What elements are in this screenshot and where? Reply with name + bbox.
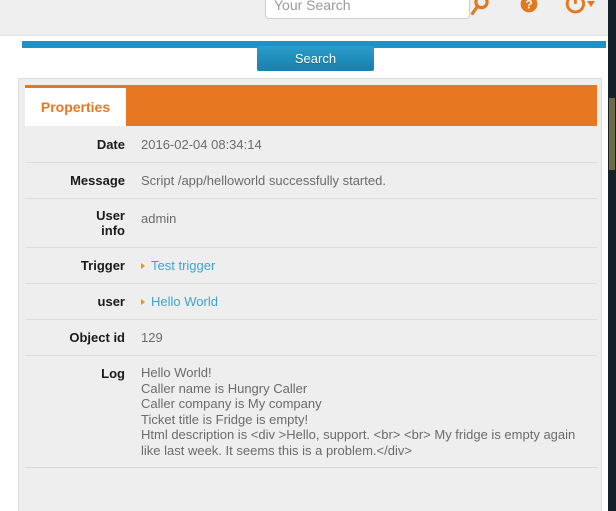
table-row: Date 2016-02-04 08:34:14 [25, 127, 597, 163]
user-link[interactable]: Hello World [151, 294, 218, 309]
search-input[interactable] [265, 0, 470, 19]
table-row: User info admin [25, 198, 597, 248]
row-label: Message [25, 162, 125, 199]
properties-table: Date 2016-02-04 08:34:14 Message Script … [25, 127, 597, 468]
row-label: Trigger [25, 247, 125, 284]
table-row: user Hello World [25, 283, 597, 320]
tab-properties[interactable]: Properties [25, 88, 126, 126]
app-screen: ? Search Properties Date 201 [0, 0, 616, 511]
row-label: User info [25, 198, 125, 248]
window-scrollbar[interactable] [608, 0, 616, 511]
trigger-link[interactable]: Test trigger [151, 258, 215, 273]
panel-tabbar: Properties [25, 85, 597, 126]
search-button[interactable]: Search [257, 46, 374, 71]
top-header-bar: ? [0, 0, 608, 36]
row-value: admin [125, 198, 597, 248]
row-value: 2016-02-04 08:34:14 [125, 127, 597, 163]
content-band: Search Properties Date 2016-02-04 08:34:… [0, 36, 608, 511]
search-icon[interactable] [470, 0, 496, 18]
row-label: user [25, 283, 125, 320]
row-value: Script /app/helloworld successfully star… [125, 162, 597, 199]
scrollbar-thumb[interactable] [609, 98, 615, 170]
help-icon[interactable]: ? [516, 0, 542, 18]
global-search-wrapper [265, 0, 470, 19]
properties-panel: Properties Date 2016-02-04 08:34:14 Mess… [18, 78, 602, 511]
table-row: Trigger Test trigger [25, 247, 597, 284]
table-row: Message Script /app/helloworld successfu… [25, 162, 597, 199]
svg-text:?: ? [525, 0, 532, 12]
row-value: Hello World [125, 283, 597, 320]
row-label: Date [25, 127, 125, 163]
arrow-right-icon [141, 299, 145, 305]
row-value: 129 [125, 319, 597, 356]
properties-table-body: Date 2016-02-04 08:34:14 Message Script … [25, 127, 597, 468]
row-label: Log [25, 355, 125, 468]
table-row: Log Hello World! Caller name is Hungry C… [25, 355, 597, 468]
table-row: Object id 129 [25, 319, 597, 356]
log-value: Hello World! Caller name is Hungry Calle… [125, 355, 597, 468]
row-label: Object id [25, 319, 125, 356]
row-value: Test trigger [125, 247, 597, 284]
arrow-right-icon [141, 263, 145, 269]
power-icon[interactable] [564, 0, 600, 18]
